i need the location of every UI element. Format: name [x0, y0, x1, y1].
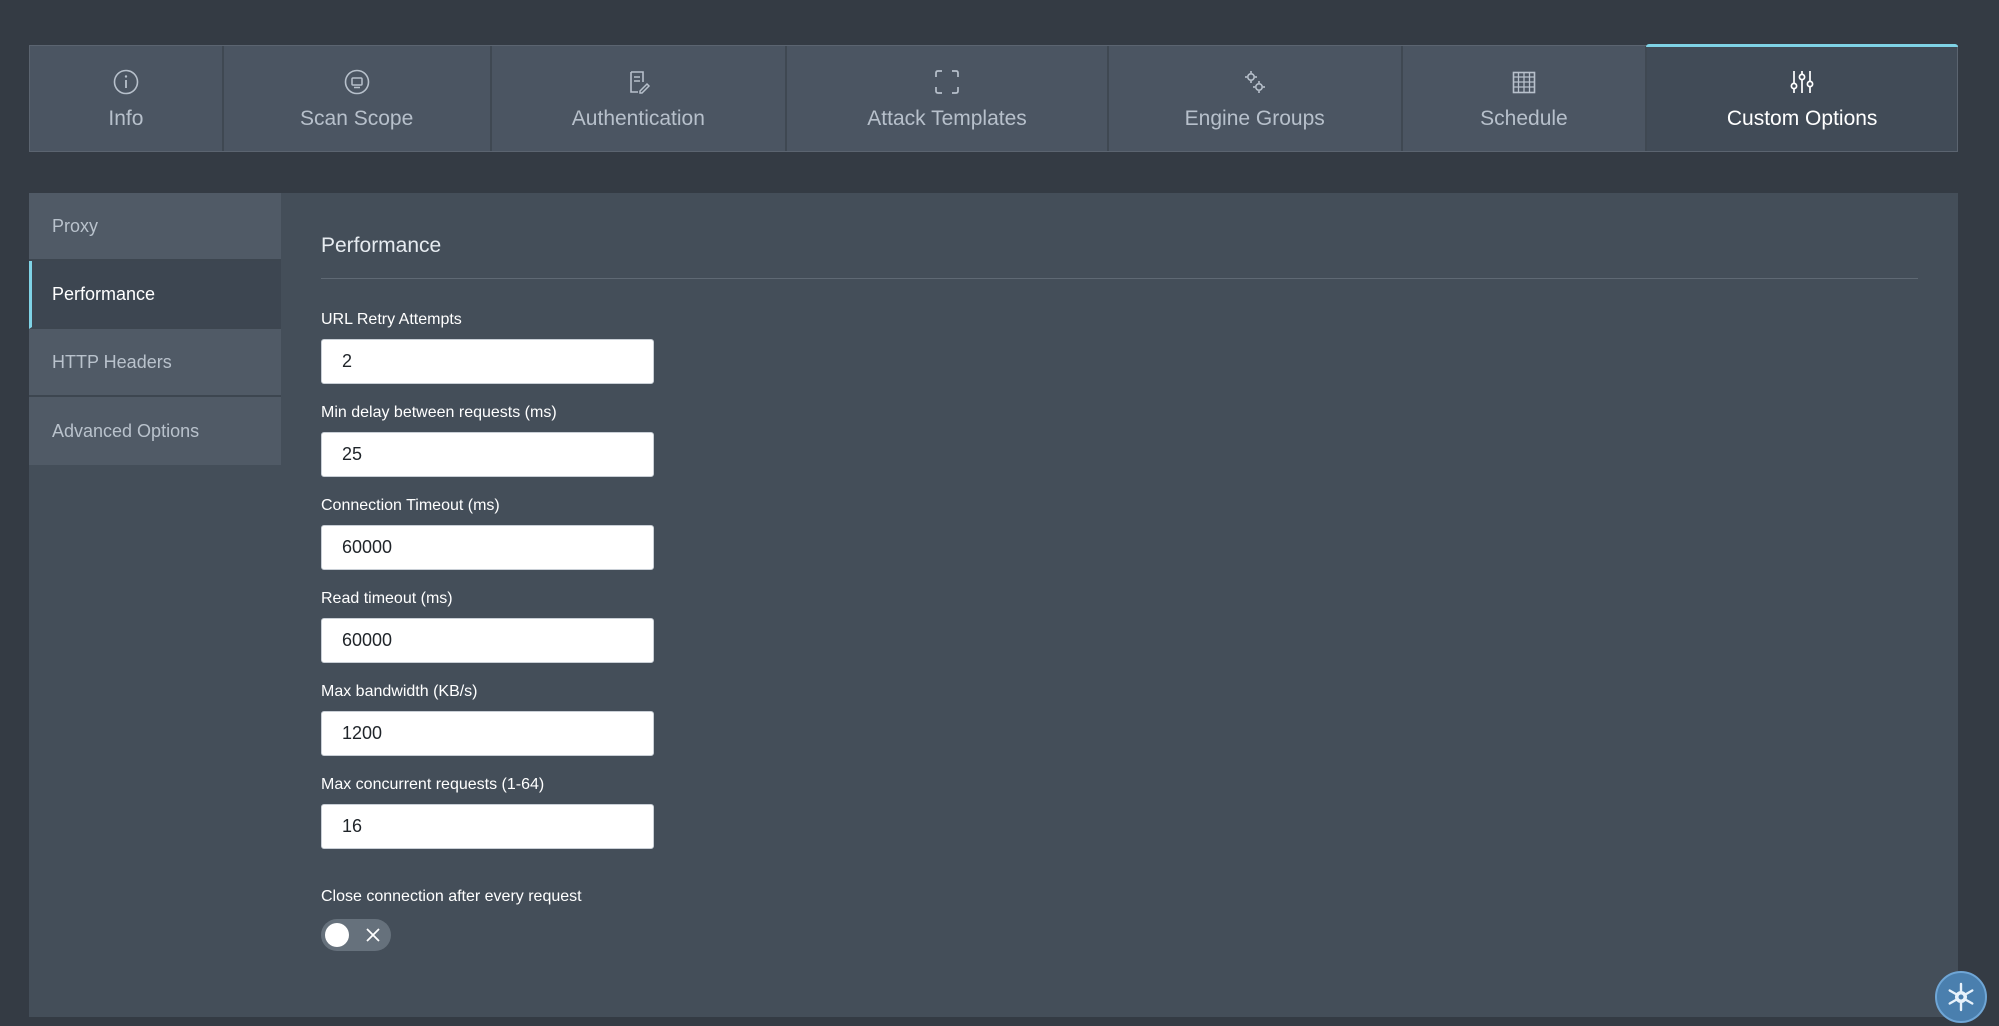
info-icon [111, 67, 141, 97]
performance-panel: Performance URL Retry Attempts Min delay… [321, 193, 1918, 951]
close-connection-field: Close connection after every request [321, 887, 1918, 951]
sidebar-item-label: Performance [52, 283, 156, 304]
field-label: Max bandwidth (KB/s) [321, 683, 478, 700]
sliders-icon [1787, 67, 1817, 97]
sidebar-item-advanced-options[interactable]: Advanced Options [29, 397, 281, 465]
snowflake-gear-icon [1948, 982, 1974, 1012]
calendar-icon [1509, 67, 1539, 97]
min-delay-input[interactable] [321, 432, 654, 477]
sidebar-item-label: HTTP Headers [52, 351, 172, 372]
field-label: Connection Timeout (ms) [321, 497, 500, 514]
tab-label: Attack Templates [867, 106, 1027, 130]
field-label: Read timeout (ms) [321, 590, 453, 607]
tab-scan-scope[interactable]: Scan Scope [224, 46, 492, 151]
min-delay-field: Min delay between requests (ms) [321, 403, 1918, 496]
toggle-knob [325, 923, 349, 947]
field-label: Max concurrent requests (1-64) [321, 776, 545, 793]
content-area: Proxy Performance HTTP Headers Advanced … [29, 193, 1958, 1017]
divider [321, 278, 1918, 279]
max-bandwidth-input[interactable] [321, 711, 654, 756]
field-label: Close connection after every request [321, 888, 582, 905]
max-concurrent-requests-input[interactable] [321, 804, 654, 849]
tab-schedule[interactable]: Schedule [1403, 46, 1648, 151]
max-concurrent-requests-field: Max concurrent requests (1-64) [321, 775, 1918, 868]
brackets-icon [932, 67, 962, 97]
sidebar-item-label: Advanced Options [52, 420, 200, 441]
tab-label: Info [108, 106, 144, 130]
x-icon [366, 928, 380, 942]
sidebar-item-http-headers[interactable]: HTTP Headers [29, 329, 281, 397]
document-edit-icon [623, 67, 653, 97]
sidebar-item-proxy[interactable]: Proxy [29, 193, 281, 261]
scope-icon [342, 67, 372, 97]
read-timeout-input[interactable] [321, 618, 654, 663]
tab-info[interactable]: Info [30, 46, 224, 151]
max-bandwidth-field: Max bandwidth (KB/s) [321, 682, 1918, 775]
url-retry-attempts-field: URL Retry Attempts [321, 310, 1918, 403]
field-label: Min delay between requests (ms) [321, 404, 557, 421]
connection-timeout-field: Connection Timeout (ms) [321, 496, 1918, 589]
help-widget-button[interactable] [1935, 971, 1987, 1023]
sidebar-item-performance[interactable]: Performance [29, 261, 281, 329]
top-tab-bar: Info Scan Scope Authentication Attack Te… [29, 44, 1958, 152]
sidebar-item-label: Proxy [52, 215, 99, 236]
gears-icon [1240, 67, 1270, 97]
read-timeout-field: Read timeout (ms) [321, 589, 1918, 682]
tab-label: Engine Groups [1184, 106, 1325, 130]
options-sidebar: Proxy Performance HTTP Headers Advanced … [29, 193, 281, 465]
tab-label: Scan Scope [300, 106, 414, 130]
tab-engine-groups[interactable]: Engine Groups [1109, 46, 1403, 151]
tab-attack-templates[interactable]: Attack Templates [787, 46, 1109, 151]
tab-label: Authentication [571, 106, 705, 130]
field-label: URL Retry Attempts [321, 311, 462, 328]
form-fields: URL Retry Attempts Min delay between req… [321, 310, 1918, 951]
panel-title: Performance [321, 234, 442, 257]
tab-label: Schedule [1480, 106, 1568, 130]
tab-authentication[interactable]: Authentication [492, 46, 788, 151]
url-retry-attempts-input[interactable] [321, 339, 654, 384]
close-connection-toggle[interactable] [321, 919, 391, 951]
tab-custom-options[interactable]: Custom Options [1646, 44, 1958, 151]
connection-timeout-input[interactable] [321, 525, 654, 570]
tab-label: Custom Options [1726, 106, 1878, 130]
